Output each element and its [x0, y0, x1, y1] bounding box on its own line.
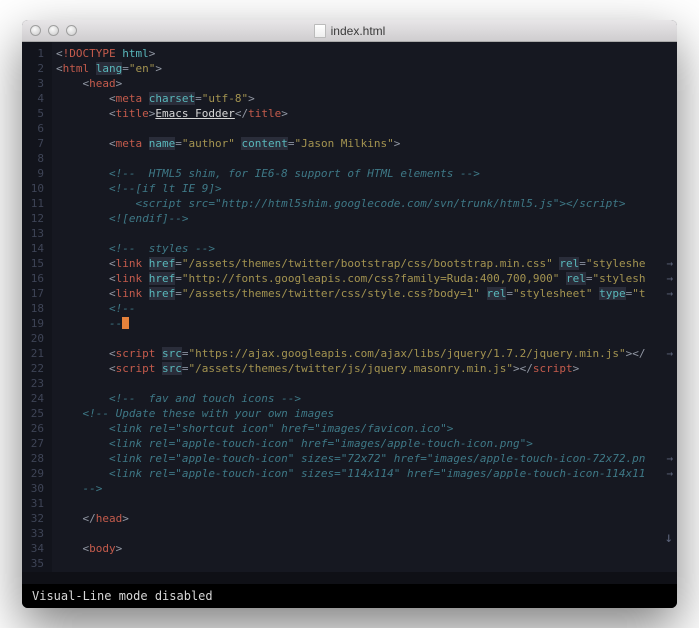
mode-line: [22, 572, 677, 584]
line-number-gutter: 1 2 3 4 5 6 7 8 9 10 11 12 13 14 15 16 1…: [22, 42, 52, 572]
echo-message: Visual-Line mode disabled: [32, 589, 213, 603]
editor-area[interactable]: 1 2 3 4 5 6 7 8 9 10 11 12 13 14 15 16 1…: [22, 42, 677, 572]
window-title-text: index.html: [331, 24, 386, 38]
document-icon: [314, 24, 326, 38]
echo-area: Visual-Line mode disabled: [22, 584, 677, 608]
titlebar[interactable]: index.html: [22, 20, 677, 42]
editor-window: index.html 1 2 3 4 5 6 7 8 9 10 11 12 13…: [22, 20, 677, 608]
code-buffer[interactable]: <!DOCTYPE html> <html lang="en"> <head> …: [52, 42, 677, 572]
window-title: index.html: [22, 24, 677, 38]
scroll-down-indicator: ↓: [665, 531, 673, 546]
